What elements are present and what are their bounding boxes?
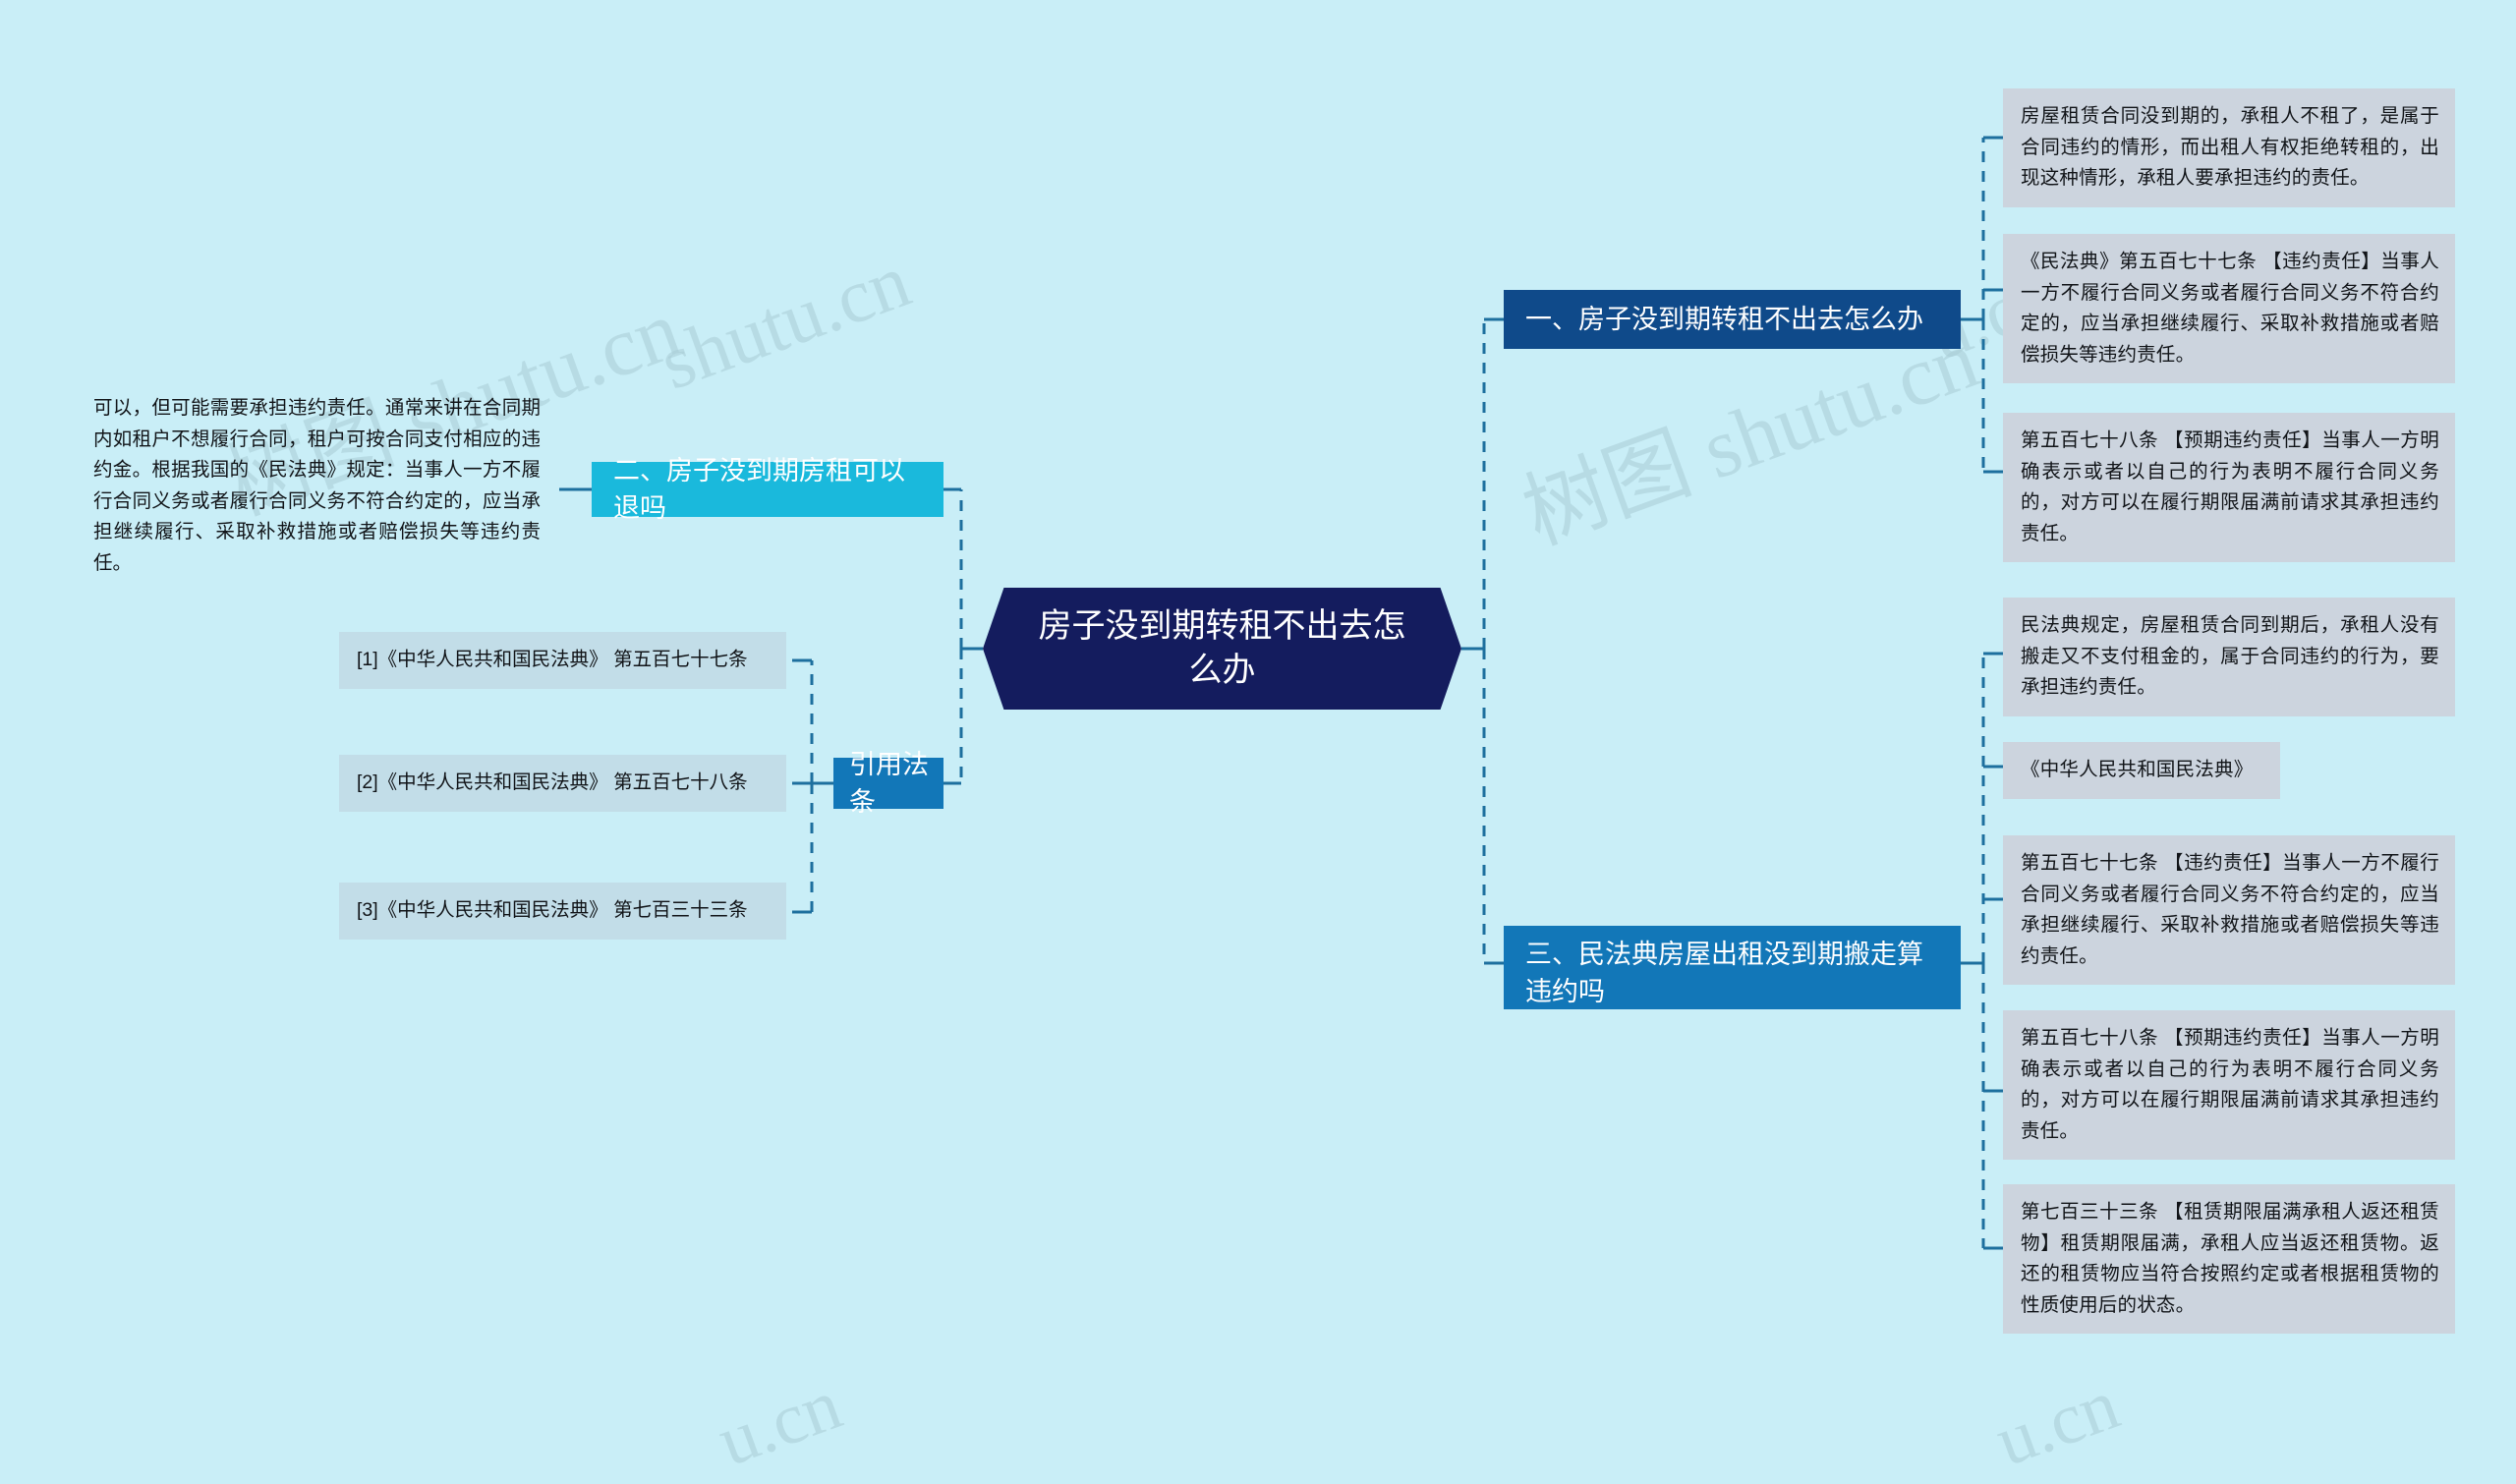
branch-node-2-label: 二、房子没到期房租可以退吗 — [613, 455, 905, 523]
leaf-node-b1-c1-text: 房屋租赁合同没到期的，承租人不租了，是属于合同违约的情形，而出租人有权拒绝转租的… — [2021, 105, 2439, 190]
leaf-node-b3-c1-text: 民法典规定，房屋租赁合同到期后，承租人没有搬走又不支付租金的，属于合同违约的行为… — [2021, 614, 2439, 699]
leaf-node-b4-c3-text: [3]《中华人民共和国民法典》 第七百三十三条 — [357, 899, 748, 921]
watermark-text: u.cn — [708, 1364, 852, 1482]
leaf-node-b4-c1[interactable]: [1]《中华人民共和国民法典》 第五百七十七条 — [339, 632, 786, 689]
leaf-node-b3-c4-text: 第五百七十八条 【预期违约责任】当事人一方明确表示或者以自己的行为表明不履行合同… — [2021, 1027, 2439, 1142]
leaf-node-b3-c2[interactable]: 《中华人民共和国民法典》 — [2003, 742, 2280, 799]
leaf-node-b4-c1-text: [1]《中华人民共和国民法典》 第五百七十七条 — [357, 649, 748, 670]
leaf-node-b1-c3[interactable]: 第五百七十八条 【预期违约责任】当事人一方明确表示或者以自己的行为表明不履行合同… — [2003, 413, 2455, 563]
leaf-node-b1-c2-text: 《民法典》第五百七十七条 【违约责任】当事人一方不履行合同义务或者履行合同义务不… — [2021, 251, 2439, 366]
leaf-node-b1-c3-text: 第五百七十八条 【预期违约责任】当事人一方明确表示或者以自己的行为表明不履行合同… — [2021, 429, 2439, 544]
root-node[interactable]: 房子没到期转租不出去怎么办 — [983, 588, 1461, 710]
leaf-node-b3-c3[interactable]: 第五百七十七条 【违约责任】当事人一方不履行合同义务或者履行合同义务不符合约定的… — [2003, 835, 2455, 986]
root-node-label: 房子没到期转租不出去怎么办 — [1038, 607, 1406, 689]
branch-node-3[interactable]: 三、民法典房屋出租没到期搬走算违约吗 — [1504, 926, 1961, 1009]
branch-node-1[interactable]: 一、房子没到期转租不出去怎么办 — [1504, 290, 1961, 349]
branch-node-2[interactable]: 二、房子没到期房租可以退吗 — [592, 456, 944, 523]
branch-node-4[interactable]: 引用法条 — [833, 750, 944, 817]
branch-node-1-label: 一、房子没到期转租不出去怎么办 — [1525, 304, 1923, 334]
branch-node-3-label: 三、民法典房屋出租没到期搬走算违约吗 — [1525, 940, 1923, 1007]
leaf-node-b2-c1-text: 可以，但可能需要承担违约责任。通常来讲在合同期内如租户不想履行合同，租户可按合同… — [93, 397, 541, 574]
leaf-node-b4-c3[interactable]: [3]《中华人民共和国民法典》 第七百三十三条 — [339, 883, 786, 940]
leaf-node-b3-c1[interactable]: 民法典规定，房屋租赁合同到期后，承租人没有搬走又不支付租金的，属于合同违约的行为… — [2003, 598, 2455, 716]
leaf-node-b3-c5-text: 第七百三十三条 【租赁期限届满承租人返还租赁物】租赁期限届满，承租人应当返还租赁… — [2021, 1201, 2439, 1316]
mindmap-canvas: 树图 shutu.cn shutu.cn 树图 shutu.cn u.cn u.… — [0, 0, 2516, 1482]
leaf-node-b1-c2[interactable]: 《民法典》第五百七十七条 【违约责任】当事人一方不履行合同义务或者履行合同义务不… — [2003, 234, 2455, 384]
leaf-node-b4-c2-text: [2]《中华人民共和国民法典》 第五百七十八条 — [357, 771, 748, 793]
leaf-node-b2-c1[interactable]: 可以，但可能需要承担违约责任。通常来讲在合同期内如租户不想履行合同，租户可按合同… — [93, 393, 541, 579]
watermark-text: shutu.cn — [649, 237, 921, 406]
leaf-node-b3-c2-text: 《中华人民共和国民法典》 — [2021, 759, 2254, 780]
leaf-node-b4-c2[interactable]: [2]《中华人民共和国民法典》 第五百七十八条 — [339, 755, 786, 812]
leaf-node-b3-c4[interactable]: 第五百七十八条 【预期违约责任】当事人一方明确表示或者以自己的行为表明不履行合同… — [2003, 1010, 2455, 1161]
leaf-node-b3-c5[interactable]: 第七百三十三条 【租赁期限届满承租人返还租赁物】租赁期限届满，承租人应当返还租赁… — [2003, 1184, 2455, 1335]
leaf-node-b1-c1[interactable]: 房屋租赁合同没到期的，承租人不租了，是属于合同违约的情形，而出租人有权拒绝转租的… — [2003, 88, 2455, 207]
branch-node-4-label: 引用法条 — [849, 749, 929, 817]
watermark-text: u.cn — [1985, 1364, 2130, 1482]
leaf-node-b3-c3-text: 第五百七十七条 【违约责任】当事人一方不履行合同义务或者履行合同义务不符合约定的… — [2021, 852, 2439, 967]
